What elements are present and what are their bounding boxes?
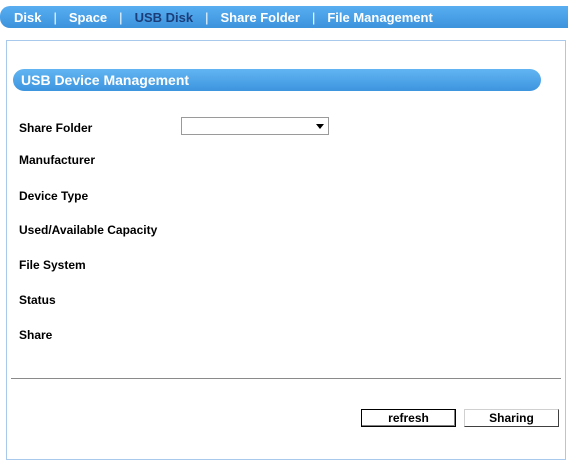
device-type-label: Device Type (19, 189, 89, 203)
nav-separator: | (311, 9, 316, 25)
usb-management-panel: USB Device Management Share Folder Manuf… (6, 40, 566, 460)
status-label: Status (19, 293, 56, 307)
nav-tab-usb-disk[interactable]: USB Disk (135, 10, 194, 25)
nav-tab-space[interactable]: Space (69, 10, 107, 25)
manufacturer-label: Manufacturer (19, 153, 96, 167)
share-folder-select[interactable] (181, 117, 329, 135)
page: Disk | Space | USB Disk | Share Folder |… (0, 0, 568, 466)
file-system-label: File System (19, 258, 86, 272)
nav-separator: | (53, 9, 57, 25)
capacity-label: Used/Available Capacity (19, 223, 158, 237)
chevron-down-icon (316, 124, 324, 129)
nav-tab-share-folder[interactable]: Share Folder (220, 10, 299, 25)
section-title: USB Device Management (13, 69, 541, 91)
nav-tab-file-management[interactable]: File Management (327, 10, 432, 25)
divider (11, 378, 561, 379)
share-label: Share (19, 328, 53, 342)
refresh-button[interactable]: refresh (361, 409, 456, 427)
nav-tab-disk[interactable]: Disk (14, 10, 41, 25)
sharing-button[interactable]: Sharing (464, 409, 559, 427)
share-folder-label: Share Folder (19, 121, 93, 135)
top-nav: Disk | Space | USB Disk | Share Folder |… (0, 6, 568, 28)
nav-separator: | (205, 9, 209, 25)
nav-separator: | (119, 9, 123, 25)
